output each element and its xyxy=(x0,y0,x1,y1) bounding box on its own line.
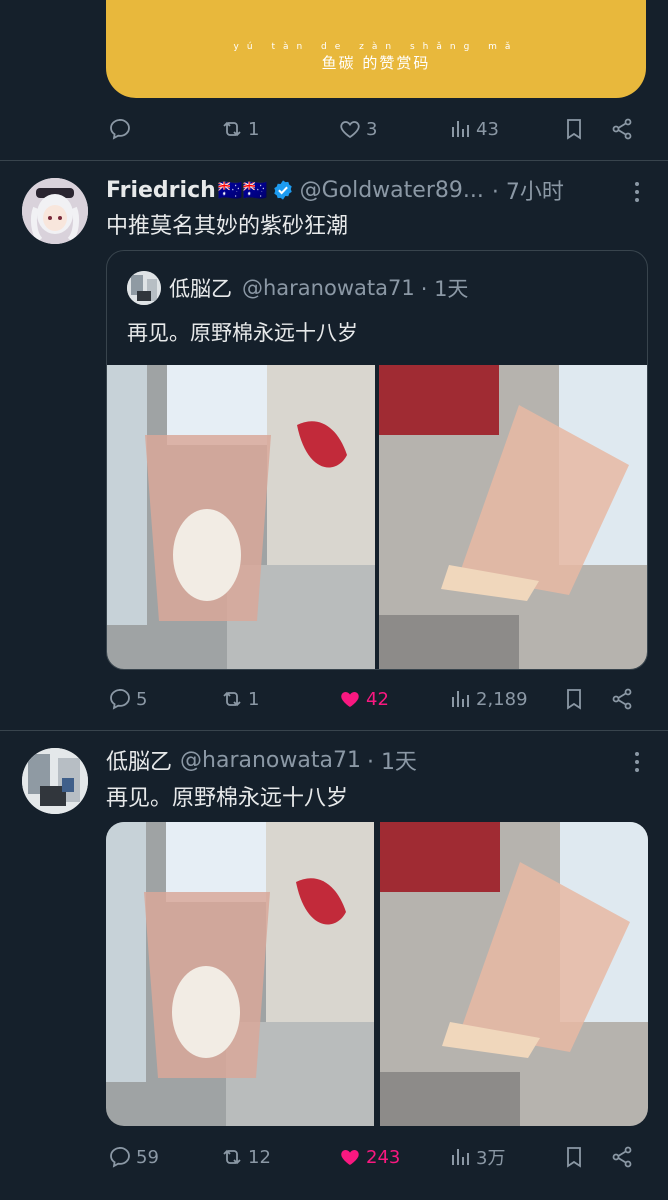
room-avatar-icon xyxy=(22,748,88,814)
post-text: 再见。原野棉永远十八岁 xyxy=(106,786,349,811)
repost-icon xyxy=(223,1149,241,1165)
views-icon xyxy=(452,121,469,137)
flag-emoji: 🇦🇺🇦🇺 xyxy=(217,178,268,202)
photo-glass-right[interactable] xyxy=(379,365,647,669)
heart-icon xyxy=(340,121,360,139)
quoted-display-name: 低脳乙 xyxy=(169,277,232,301)
like-button[interactable]: 42 xyxy=(338,684,389,714)
views-icon xyxy=(452,1149,469,1165)
verified-badge-icon xyxy=(273,180,292,200)
photo-glass-left[interactable] xyxy=(106,822,374,1126)
reply-count: 5 xyxy=(136,688,148,710)
divider xyxy=(0,730,668,731)
repost-button[interactable]: 1 xyxy=(220,114,259,144)
views-button[interactable]: 2,189 xyxy=(448,684,528,714)
post1-action-bar: 5 1 42 2,189 xyxy=(106,684,636,714)
display-name[interactable]: Friedrich xyxy=(106,178,216,203)
share-button[interactable] xyxy=(610,114,634,144)
top-action-bar: 1 3 43 xyxy=(106,114,636,144)
photo-image xyxy=(107,365,375,669)
divider xyxy=(0,160,668,161)
heart-filled-icon xyxy=(341,1150,359,1165)
like-button[interactable]: 243 xyxy=(338,1142,400,1172)
views-button[interactable]: 3万 xyxy=(448,1142,505,1172)
views-button[interactable]: 43 xyxy=(448,114,499,144)
reward-qr-card: yú tàn de zàn shǎng mǎ 鱼碳 的赞赏码 xyxy=(106,0,646,98)
photo-image xyxy=(380,822,648,1126)
reply-icon xyxy=(110,1146,130,1168)
like-count: 42 xyxy=(366,688,389,710)
views-count: 3万 xyxy=(476,1148,506,1169)
reply-button[interactable]: 5 xyxy=(108,684,147,714)
bookmark-icon xyxy=(567,689,581,710)
repost-button[interactable]: 1 xyxy=(220,684,259,714)
reply-count: 59 xyxy=(136,1146,159,1168)
repost-button[interactable]: 12 xyxy=(220,1142,271,1172)
quoted-handle: @haranowata71 xyxy=(242,276,415,300)
photo-image xyxy=(106,822,374,1126)
post-time: · 7小时 xyxy=(491,180,564,205)
post-header: 低脳乙 @haranowata71 · 1天 xyxy=(106,744,417,776)
share-icon xyxy=(612,688,632,710)
user-handle[interactable]: @Goldwater89... xyxy=(300,178,484,203)
repost-icon xyxy=(223,121,241,137)
quoted-header: 低脳乙 @haranowata71 · 1天 xyxy=(169,273,468,303)
reply-icon xyxy=(110,688,130,710)
bookmark-button[interactable] xyxy=(562,1142,586,1172)
display-name[interactable]: 低脳乙 xyxy=(106,744,172,776)
more-options-icon[interactable] xyxy=(634,752,640,776)
reply-icon xyxy=(110,118,130,140)
anime-avatar-icon xyxy=(22,178,88,244)
avatar[interactable] xyxy=(22,178,88,244)
post-header: Friedrich 🇦🇺🇦🇺 @Goldwater89... · 7小时 xyxy=(106,174,564,206)
reward-ruby-text: yú tàn de zàn shǎng mǎ xyxy=(233,42,519,52)
views-count: 2,189 xyxy=(476,688,528,710)
repost-count: 12 xyxy=(248,1146,271,1168)
share-icon xyxy=(612,118,632,140)
post-text: 中推莫名其妙的紫砂狂潮 xyxy=(106,214,349,239)
like-count: 243 xyxy=(366,1146,401,1168)
photo-glass-left[interactable] xyxy=(107,365,375,669)
repost-icon xyxy=(223,691,241,707)
share-icon xyxy=(612,1146,632,1168)
quoted-post[interactable]: 低脳乙 @haranowata71 · 1天 再见。原野棉永远十八岁 xyxy=(106,250,648,670)
views-count: 43 xyxy=(476,118,499,140)
post-time: · 1天 xyxy=(366,750,417,775)
bookmark-button[interactable] xyxy=(562,684,586,714)
quoted-time: · 1天 xyxy=(420,277,469,301)
like-count: 3 xyxy=(366,118,378,140)
user-handle[interactable]: @haranowata71 xyxy=(180,748,361,773)
quoted-avatar xyxy=(127,271,161,305)
room-avatar-icon xyxy=(127,271,161,305)
repost-count: 1 xyxy=(248,118,260,140)
bookmark-icon xyxy=(567,1147,581,1168)
photo-image xyxy=(379,365,647,669)
post2-action-bar: 59 12 243 3万 xyxy=(106,1142,636,1172)
share-button[interactable] xyxy=(610,1142,634,1172)
views-icon xyxy=(452,691,469,707)
bookmark-button[interactable] xyxy=(562,114,586,144)
avatar[interactable] xyxy=(22,748,88,814)
more-options-icon[interactable] xyxy=(634,182,640,206)
like-button[interactable]: 3 xyxy=(338,114,377,144)
reply-button[interactable] xyxy=(108,114,132,144)
reward-text: 鱼碳 的赞赏码 xyxy=(321,54,431,72)
share-button[interactable] xyxy=(610,684,634,714)
heart-filled-icon xyxy=(341,692,359,707)
photo-glass-right[interactable] xyxy=(380,822,648,1126)
repost-count: 1 xyxy=(248,688,260,710)
reply-button[interactable]: 59 xyxy=(108,1142,159,1172)
quoted-text: 再见。原野棉永远十八岁 xyxy=(127,321,358,345)
bookmark-icon xyxy=(567,119,581,140)
